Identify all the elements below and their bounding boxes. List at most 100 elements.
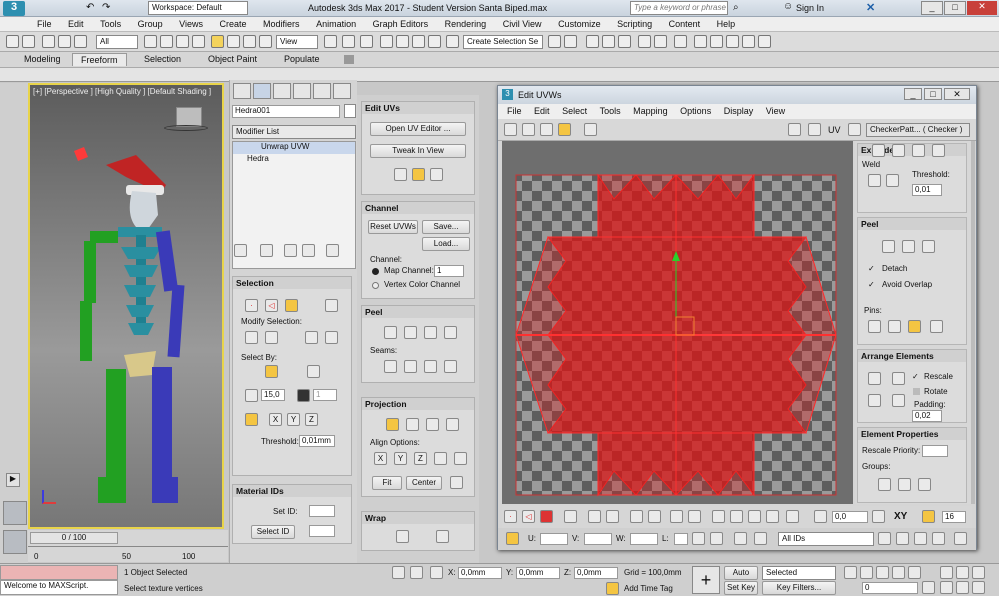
bind-space-warp-icon[interactable] bbox=[74, 35, 87, 48]
rescale-checkbox[interactable]: ✓ bbox=[912, 372, 919, 381]
rollout-title[interactable]: Selection bbox=[233, 277, 351, 289]
menu-customize[interactable]: Customize bbox=[551, 17, 608, 31]
planar-map-icon[interactable] bbox=[386, 418, 399, 431]
current-frame-field[interactable]: 0 bbox=[862, 582, 918, 594]
redo-toolbar-icon[interactable] bbox=[22, 35, 35, 48]
select-by-name-icon[interactable] bbox=[160, 35, 173, 48]
threshold-field[interactable]: 0,01mm bbox=[299, 435, 335, 447]
unpin-icon[interactable] bbox=[888, 320, 901, 333]
loop-grow-icon[interactable] bbox=[648, 510, 661, 523]
stack-item-unwrap-uvw[interactable]: Unwrap UVW bbox=[233, 142, 355, 154]
isolate-selection-icon[interactable] bbox=[392, 566, 405, 579]
uv-mirror-icon[interactable] bbox=[584, 123, 597, 136]
menu-tools[interactable]: Tools bbox=[93, 17, 128, 31]
ribbon-options-icon[interactable] bbox=[344, 55, 354, 64]
uv-menu-view[interactable]: View bbox=[761, 104, 790, 118]
x-coord-field[interactable]: 0,0mm bbox=[458, 567, 502, 579]
y-coord-field[interactable]: 0,0mm bbox=[516, 567, 560, 579]
pin-stack-icon[interactable] bbox=[234, 244, 247, 257]
grid-snap-icon[interactable] bbox=[954, 532, 967, 545]
rendered-frame-window-icon[interactable] bbox=[710, 35, 723, 48]
selection-lock-icon[interactable] bbox=[410, 566, 423, 579]
menu-create[interactable]: Create bbox=[213, 17, 254, 31]
minimize-button[interactable]: _ bbox=[921, 1, 943, 15]
menu-scripting[interactable]: Scripting bbox=[610, 17, 659, 31]
ids-dropdown[interactable]: All IDs bbox=[778, 532, 874, 546]
show-end-result-icon[interactable] bbox=[260, 244, 273, 257]
schematic-view-icon[interactable] bbox=[654, 35, 667, 48]
remove-modifier-icon[interactable] bbox=[302, 244, 315, 257]
align-to-view-icon[interactable] bbox=[454, 452, 467, 465]
edge-distance-icon[interactable] bbox=[922, 510, 935, 523]
maxscript-output[interactable]: Welcome to MAXScript. bbox=[0, 580, 118, 595]
tab-selection[interactable]: Selection bbox=[136, 53, 189, 66]
rescale-elements-icon[interactable] bbox=[892, 394, 905, 407]
menu-animation[interactable]: Animation bbox=[309, 17, 363, 31]
tab-freeform[interactable]: Freeform bbox=[72, 53, 127, 66]
polygon-subobject-icon[interactable] bbox=[540, 510, 553, 523]
pan-view-icon[interactable] bbox=[940, 581, 953, 594]
display-tab-icon[interactable] bbox=[313, 83, 331, 99]
region-select-icon[interactable] bbox=[176, 35, 189, 48]
group-select-icon[interactable] bbox=[878, 478, 891, 491]
ring-selection-icon[interactable] bbox=[325, 331, 338, 344]
spinner-snap-icon[interactable] bbox=[428, 35, 441, 48]
section-title[interactable]: Arrange Elements bbox=[858, 350, 966, 362]
convert-edge-to-seam-icon[interactable] bbox=[424, 360, 437, 373]
vertex-mode-icon[interactable]: · bbox=[245, 299, 258, 312]
uv-freeform-icon[interactable] bbox=[558, 123, 571, 136]
pack-together-icon[interactable] bbox=[892, 372, 905, 385]
go-to-start-icon[interactable] bbox=[844, 566, 857, 579]
edit-seams-icon[interactable] bbox=[384, 360, 397, 373]
absolute-mode-icon[interactable] bbox=[506, 532, 519, 545]
viewport-label[interactable]: [+] [Perspective ] [High Quality ] [Defa… bbox=[33, 87, 211, 96]
user-icon[interactable]: ☺ bbox=[783, 1, 793, 12]
curve-editor-icon[interactable] bbox=[638, 35, 651, 48]
workspace-dropdown[interactable]: Workspace: Default bbox=[148, 1, 248, 15]
uv-canvas[interactable] bbox=[502, 141, 853, 504]
object-name-field[interactable]: Hedra001 bbox=[232, 105, 340, 118]
hide-icon[interactable] bbox=[734, 532, 747, 545]
menu-file[interactable]: File bbox=[30, 17, 59, 31]
utilities-tab-icon[interactable] bbox=[333, 83, 351, 99]
pan-icon[interactable] bbox=[878, 532, 891, 545]
uv-menu-display[interactable]: Display bbox=[719, 104, 759, 118]
filter-selected-icon[interactable] bbox=[710, 532, 723, 545]
viewport-layout-tab[interactable]: ▶ bbox=[6, 473, 20, 487]
tweak-vertex-icon[interactable] bbox=[394, 168, 407, 181]
paint-select-uv-icon[interactable] bbox=[712, 510, 725, 523]
loop-icon[interactable] bbox=[630, 510, 643, 523]
redo-icon[interactable]: ↷ bbox=[102, 2, 110, 13]
rescale-priority-field[interactable] bbox=[922, 445, 948, 457]
auto-key-button[interactable]: Auto Key bbox=[724, 566, 758, 589]
u-field[interactable] bbox=[540, 533, 568, 545]
weld-selected-icon[interactable] bbox=[868, 174, 881, 187]
viewport-layout-split[interactable] bbox=[3, 530, 27, 554]
element-select-icon[interactable] bbox=[564, 510, 577, 523]
select-object-icon[interactable] bbox=[144, 35, 157, 48]
uv-menu-tools[interactable]: Tools bbox=[595, 104, 626, 118]
freeze-icon[interactable] bbox=[754, 532, 767, 545]
explode-all-icon[interactable] bbox=[932, 144, 945, 157]
align-icon[interactable] bbox=[564, 35, 577, 48]
selection-filter-dropdown[interactable]: All bbox=[96, 35, 138, 49]
material-editor-icon[interactable] bbox=[674, 35, 687, 48]
modifier-list-dropdown[interactable]: Modifier List bbox=[232, 125, 356, 139]
section-title[interactable]: Peel bbox=[858, 218, 966, 230]
rollout-title[interactable]: Channel bbox=[362, 202, 474, 214]
select-z-icon[interactable]: Z bbox=[305, 413, 318, 426]
absolute-transform-icon[interactable] bbox=[430, 566, 443, 579]
select-by-element-icon[interactable] bbox=[265, 365, 278, 378]
loop-selection-icon[interactable] bbox=[305, 331, 318, 344]
next-frame-icon[interactable] bbox=[892, 566, 905, 579]
place-icon[interactable] bbox=[259, 35, 272, 48]
menu-rendering[interactable]: Rendering bbox=[438, 17, 494, 31]
spline-map-icon[interactable] bbox=[396, 530, 409, 543]
angle-snap-icon[interactable] bbox=[396, 35, 409, 48]
tab-populate[interactable]: Populate bbox=[276, 53, 328, 66]
perspective-viewport[interactable]: [+] [Perspective ] [High Quality ] [Defa… bbox=[28, 83, 224, 529]
zoom-icon[interactable] bbox=[896, 532, 909, 545]
rollout-title[interactable]: Peel bbox=[362, 306, 474, 318]
pelt-map-icon[interactable] bbox=[444, 326, 457, 339]
tab-modeling[interactable]: Modeling bbox=[16, 53, 69, 66]
